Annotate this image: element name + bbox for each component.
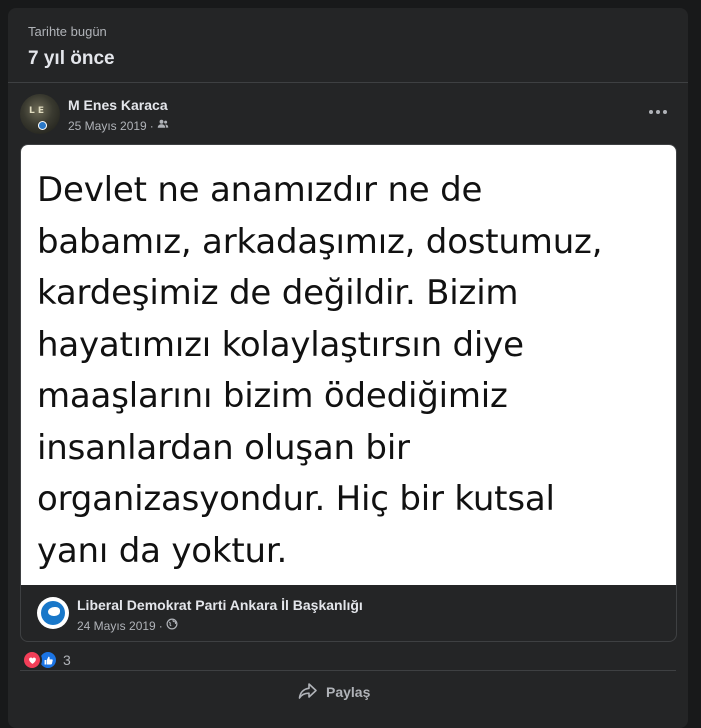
memory-header: Tarihte bugün 7 yıl önce [28,24,115,70]
page-avatar[interactable] [37,597,69,629]
memory-subtitle: Tarihte bugün [28,24,107,39]
divider [8,82,688,83]
shared-post-meta: 24 Mayıs 2019 · [77,618,178,633]
meta-separator: · [158,618,163,633]
post-meta: 25 Mayıs 2019 · [68,118,169,133]
love-reaction-icon [22,650,42,670]
page-name[interactable]: Liberal Demokrat Parti Ankara İl Başkanl… [77,597,363,613]
share-arrow-icon [298,682,318,703]
avatar[interactable]: L E [20,94,60,134]
reaction-count[interactable]: 3 [63,652,71,668]
share-label: Paylaş [326,684,371,700]
share-button[interactable]: Paylaş [298,678,370,706]
author-name[interactable]: M Enes Karaca [68,97,168,113]
divider [20,670,676,671]
meta-separator: · [149,118,154,133]
more-options-icon[interactable] [644,102,672,122]
scrollbar-track[interactable] [695,0,701,709]
shared-post[interactable]: Devlet ne anamızdır ne de babamız, arkad… [20,144,677,642]
shared-post-date[interactable]: 24 Mayıs 2019 [77,619,156,633]
post-header: L E M Enes Karaca 25 Mayıs 2019 · [20,94,676,140]
reactions-summary[interactable]: 3 [22,650,71,670]
avatar-text: L E [29,106,45,116]
friends-icon [157,118,169,133]
shared-post-footer: Liberal Demokrat Parti Ankara İl Başkanl… [21,585,676,641]
avatar-badge [38,121,47,130]
memory-card: Tarihte bugün 7 yıl önce L E M Enes Kara… [8,8,688,728]
quote-text: Devlet ne anamızdır ne de babamız, arkad… [37,170,603,571]
post-date[interactable]: 25 Mayıs 2019 [68,119,147,133]
shared-post-image[interactable]: Devlet ne anamızdır ne de babamız, arkad… [21,145,676,585]
globe-icon [166,618,178,633]
memory-title: 7 yıl önce [28,48,115,69]
